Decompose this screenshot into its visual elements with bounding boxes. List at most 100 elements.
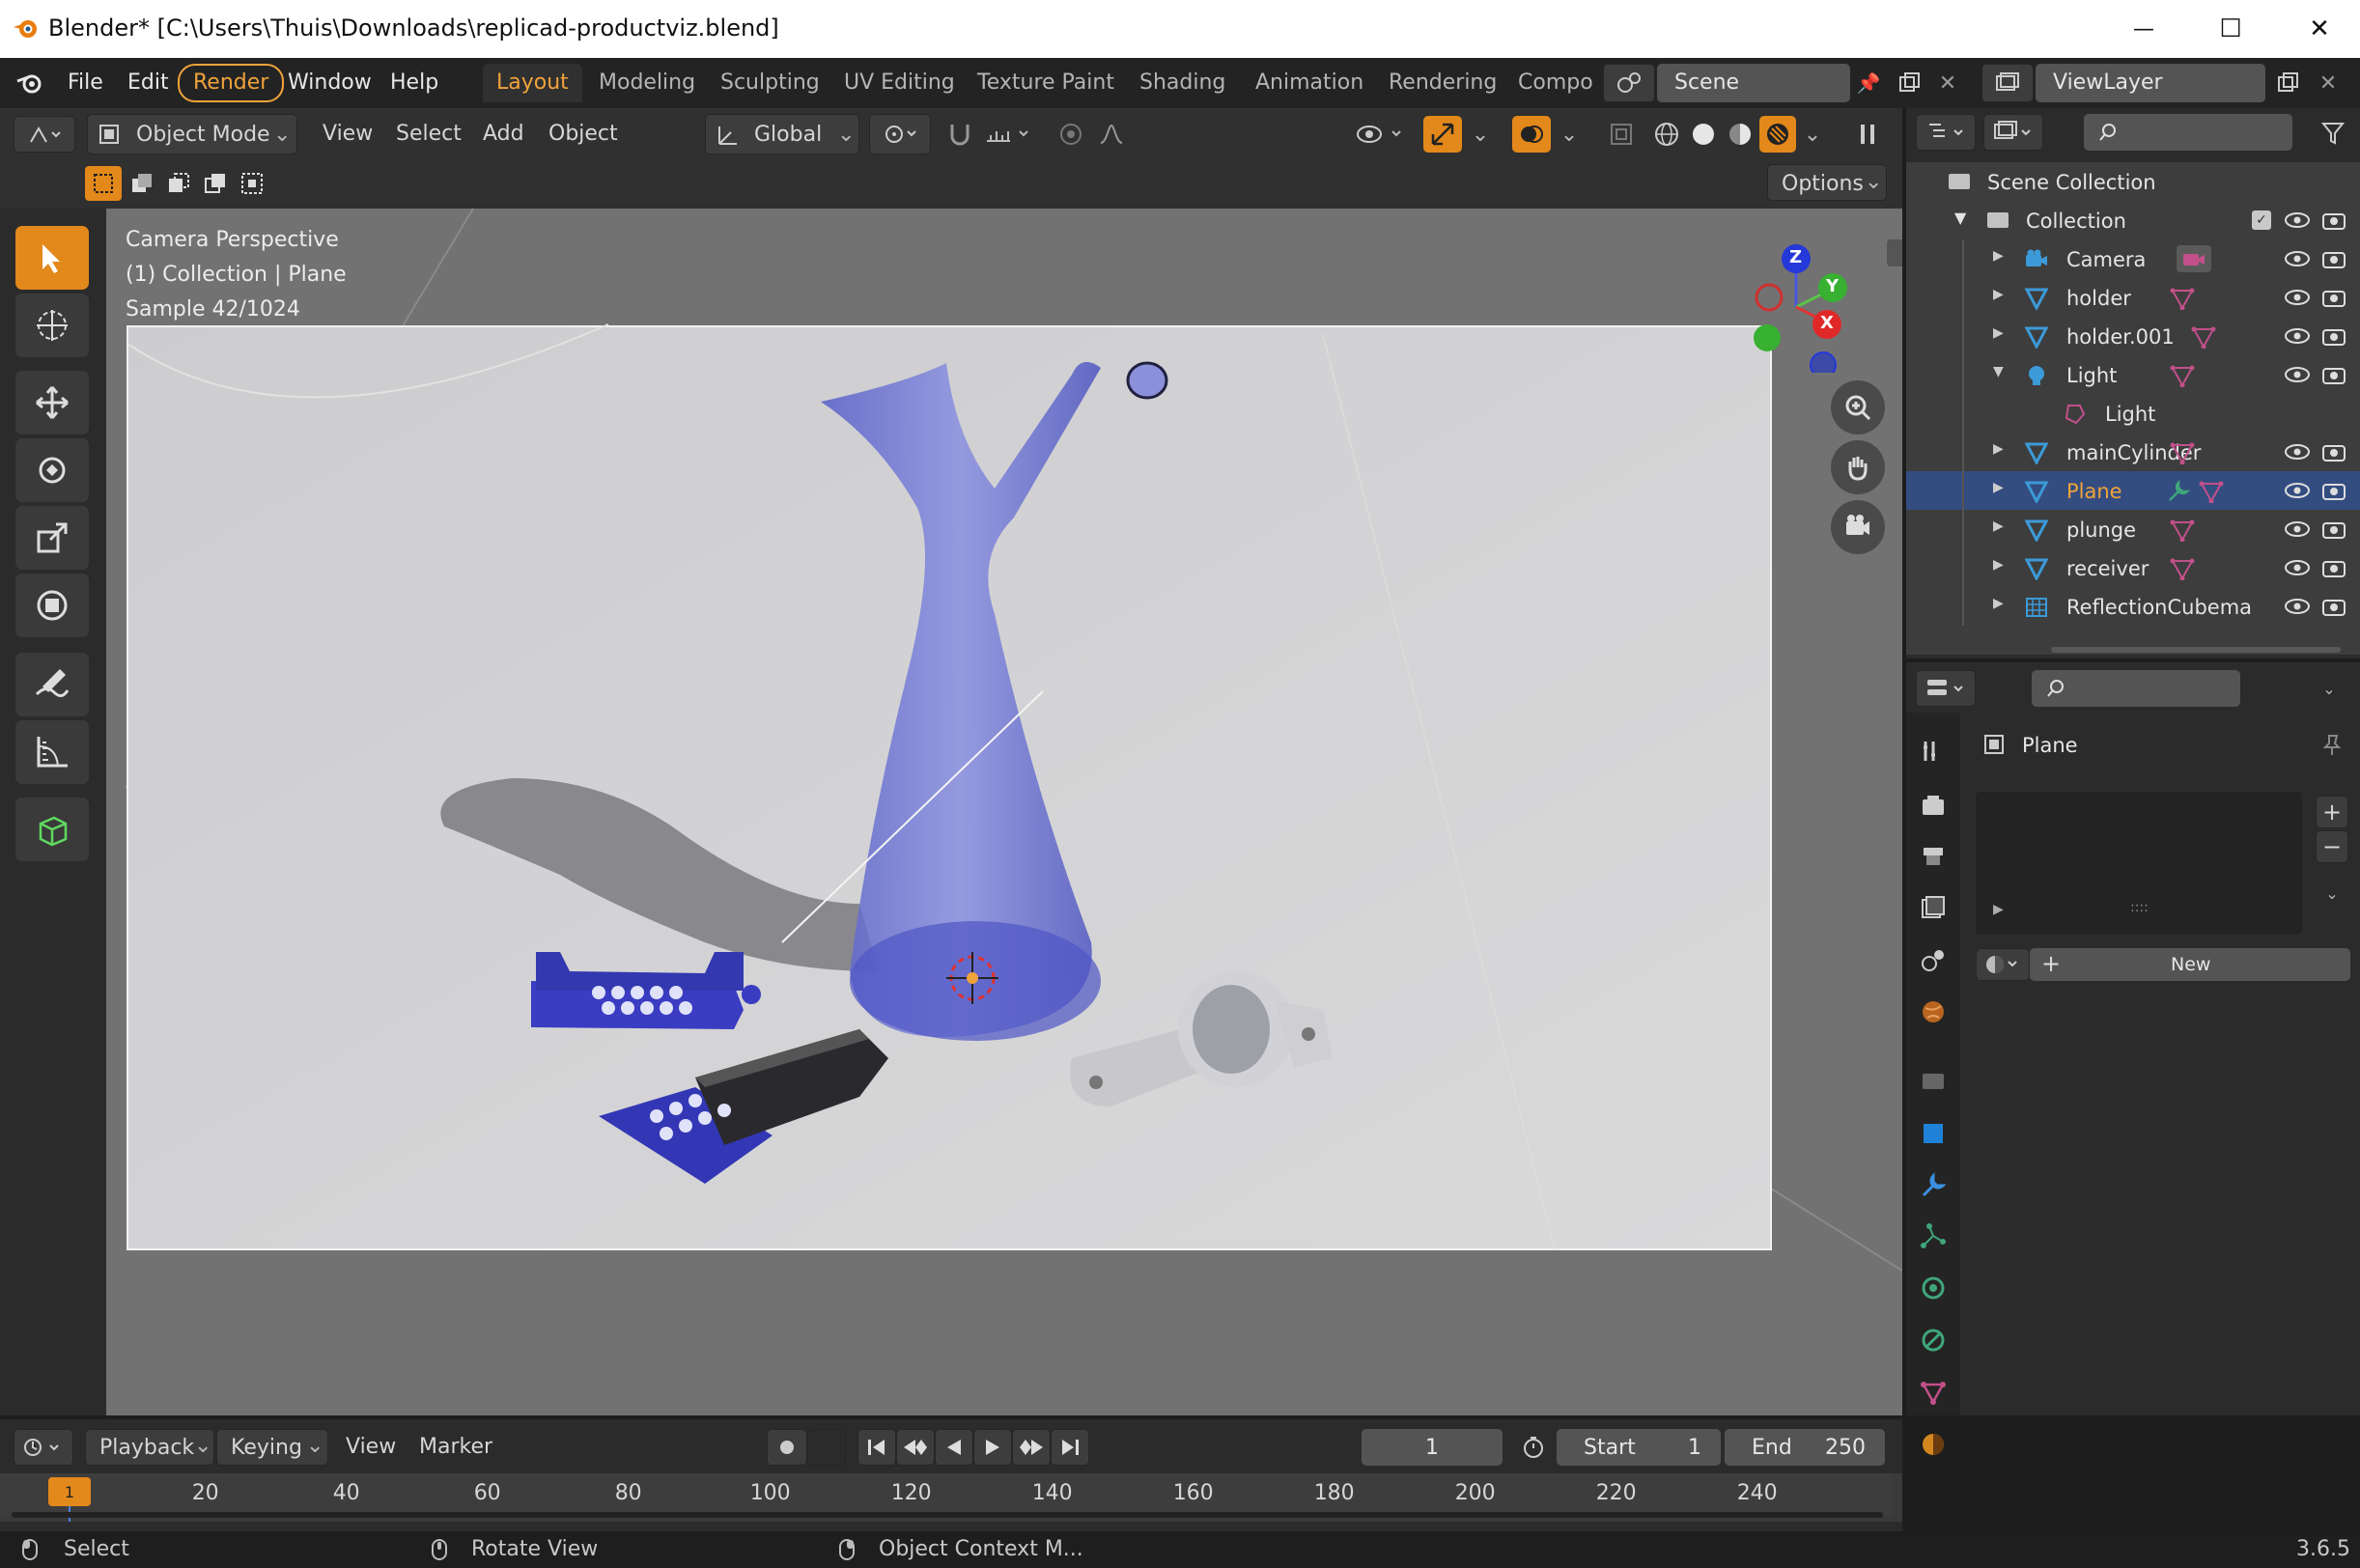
gizmo-dropdown-icon[interactable]: ⌄ <box>1466 116 1495 153</box>
modifier-wrench-icon[interactable] <box>2165 479 2192 504</box>
expand-arrow-icon[interactable]: ▶ <box>1993 902 2004 917</box>
add-cube-tool-icon[interactable] <box>15 798 89 861</box>
play-reverse-icon[interactable] <box>935 1429 973 1466</box>
filter-icon[interactable] <box>2314 114 2352 151</box>
visibility-selectability-icon[interactable] <box>1352 116 1410 153</box>
rotate-tool-icon[interactable] <box>15 438 89 502</box>
select-extend-icon[interactable] <box>124 166 160 201</box>
maximize-button[interactable]: ☐ <box>2202 10 2260 48</box>
falloff-curve-icon[interactable] <box>1093 116 1130 153</box>
disclosure-icon[interactable]: ▶ <box>1993 441 2004 457</box>
scale-tool-icon[interactable] <box>15 506 89 570</box>
outliner-item-camera[interactable]: ▶ Camera <box>1906 239 2360 278</box>
keying-set-field[interactable] <box>807 1429 846 1466</box>
outliner-item-light[interactable]: ▼ Light <box>1906 355 2360 394</box>
view-layer-selector-icon[interactable] <box>1981 64 2034 102</box>
jump-to-keyframe-forward-icon[interactable] <box>1012 1429 1051 1466</box>
jump-to-keyframe-back-icon[interactable] <box>896 1429 935 1466</box>
camera-data-icon[interactable] <box>2177 245 2211 272</box>
outliner-item-holder-001[interactable]: ▶ holder.001 <box>1906 317 2360 355</box>
tab-animation[interactable]: Animation <box>1242 64 1377 102</box>
start-frame-field[interactable]: Start 1 <box>1557 1429 1721 1466</box>
options-dropdown[interactable]: Options ⌄ <box>1767 164 1887 201</box>
shading-dropdown-icon[interactable]: ⌄ <box>1798 116 1827 153</box>
camera-render-icon[interactable] <box>2319 479 2348 502</box>
new-material-button[interactable]: + New <box>2030 948 2350 981</box>
close-button[interactable]: ✕ <box>2290 10 2348 48</box>
new-view-layer-icon[interactable] <box>2271 66 2304 100</box>
timeline-scrollbar[interactable] <box>12 1512 1883 1518</box>
outliner-item-light[interactable]: Light <box>1906 394 2360 433</box>
view-layer-tab-icon[interactable] <box>1914 888 1953 927</box>
eye-icon[interactable] <box>2283 209 2312 232</box>
header-menu-select[interactable]: Select <box>396 122 462 146</box>
tab-modeling[interactable]: Modeling <box>585 64 709 102</box>
object-tab-icon[interactable] <box>1914 1114 1953 1153</box>
outliner-scrollbar[interactable] <box>2051 647 2341 653</box>
camera-render-icon[interactable] <box>2319 363 2348 386</box>
mesh-data-icon[interactable] <box>2169 440 2196 465</box>
select-subtract-icon[interactable] <box>160 166 197 201</box>
eye-icon[interactable] <box>2283 479 2312 502</box>
object-mode-dropdown[interactable]: Object Mode ⌄ <box>87 114 297 154</box>
material-tab-icon[interactable] <box>1914 1425 1953 1464</box>
minimize-button[interactable]: — <box>2115 10 2173 48</box>
outliner-item-plunge[interactable]: ▶ plunge <box>1906 510 2360 548</box>
transform-tool-icon[interactable] <box>15 574 89 637</box>
disclosure-open-icon[interactable]: ▼ <box>1954 209 1966 227</box>
outliner-item-holder[interactable]: ▶ holder <box>1906 278 2360 317</box>
exclude-checkbox-icon[interactable]: ✓ <box>2252 210 2271 230</box>
camera-render-icon[interactable] <box>2319 286 2348 309</box>
move-tool-icon[interactable] <box>15 371 89 434</box>
eye-icon[interactable] <box>2283 363 2312 386</box>
jump-to-start-icon[interactable] <box>857 1429 896 1466</box>
outliner-item-maincylinder[interactable]: ▶ mainCylinder <box>1906 433 2360 471</box>
play-icon[interactable] <box>973 1429 1012 1466</box>
select-new-icon[interactable] <box>85 166 122 201</box>
disclosure-icon[interactable]: ▶ <box>1993 287 2004 302</box>
outliner-item-reflectioncubema[interactable]: ▶ ReflectionCubema <box>1906 587 2360 626</box>
playback-menu[interactable]: Playback ⌄ <box>85 1429 214 1466</box>
tab-shading[interactable]: Shading <box>1126 64 1239 102</box>
disclosure-icon[interactable]: ▶ <box>1993 325 2004 341</box>
delete-scene-icon[interactable]: ✕ <box>1931 66 1964 100</box>
camera-render-icon[interactable] <box>2319 209 2348 232</box>
eye-icon[interactable] <box>2283 286 2312 309</box>
physics-tab-icon[interactable] <box>1914 1269 1953 1307</box>
blender-menu-icon[interactable] <box>14 68 46 98</box>
editor-type-icon[interactable] <box>14 116 75 153</box>
camera-render-icon[interactable] <box>2319 440 2348 463</box>
properties-editor-type-icon[interactable] <box>1916 670 1976 707</box>
navigation-gizmo[interactable]: Z Y X <box>1738 228 1873 378</box>
particles-tab-icon[interactable] <box>1914 1217 1953 1255</box>
zoom-view-icon[interactable] <box>1831 380 1885 434</box>
properties-search-input[interactable] <box>2032 670 2240 707</box>
timeline-editor-type-icon[interactable] <box>14 1429 73 1466</box>
auto-keying-record-icon[interactable] <box>767 1429 807 1466</box>
menu-render[interactable]: Render <box>178 64 285 102</box>
tab-sculpting[interactable]: Sculpting <box>707 64 833 102</box>
data-tab-icon[interactable] <box>1914 1373 1953 1412</box>
stopwatch-icon[interactable] <box>1514 1429 1553 1466</box>
select-invert-icon[interactable] <box>197 166 234 201</box>
mesh-data-icon[interactable] <box>2169 556 2196 581</box>
eye-icon[interactable] <box>2283 247 2312 270</box>
display-mode-icon[interactable] <box>1983 114 2043 151</box>
mesh-data-icon[interactable] <box>2198 479 2225 504</box>
camera-render-icon[interactable] <box>2319 247 2348 270</box>
pan-view-icon[interactable] <box>1831 440 1885 494</box>
pin-icon[interactable] <box>2316 730 2348 761</box>
material-browse-icon[interactable] <box>1976 948 2030 981</box>
rendered-shading-icon[interactable] <box>1759 116 1796 153</box>
snap-magnet-icon[interactable] <box>941 116 979 153</box>
measure-tool-icon[interactable] <box>15 720 89 784</box>
gizmo-toggle-icon[interactable] <box>1423 116 1462 153</box>
3d-viewport[interactable]: Camera Perspective (1) Collection | Plan… <box>106 209 1902 1415</box>
disclosure-icon[interactable]: ▶ <box>1993 596 2004 611</box>
new-scene-icon[interactable] <box>1893 66 1925 100</box>
mesh-data-icon[interactable] <box>2169 286 2196 311</box>
header-menu-object[interactable]: Object <box>548 122 618 146</box>
tab-compositing[interactable]: Compo <box>1504 64 1593 102</box>
end-frame-field[interactable]: End 250 <box>1725 1429 1885 1466</box>
eye-icon[interactable] <box>2283 556 2312 579</box>
